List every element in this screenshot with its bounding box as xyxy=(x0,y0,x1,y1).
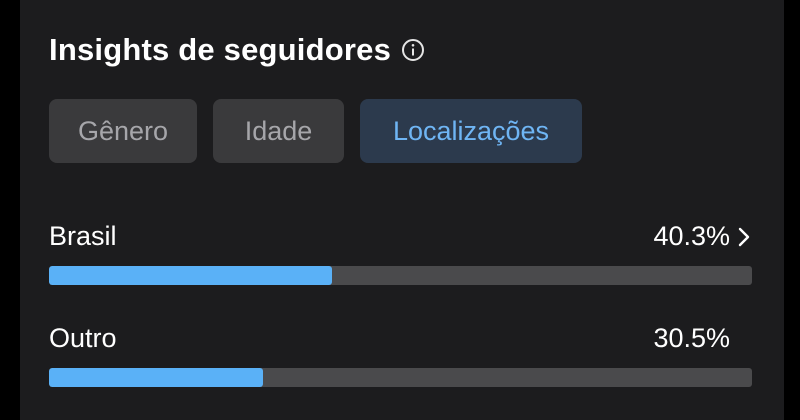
location-row-brasil[interactable]: Brasil 40.3% xyxy=(49,221,752,291)
location-row-outro: Outro 30.5% xyxy=(49,323,752,393)
location-label: Outro xyxy=(49,323,117,353)
tab-label: Gênero xyxy=(77,115,169,146)
location-bar-track xyxy=(49,266,752,285)
tab-idade[interactable]: Idade xyxy=(213,99,344,163)
location-label: Brasil xyxy=(49,221,117,251)
location-bar-fill xyxy=(49,368,264,387)
tab-localizacoes[interactable]: Localizações xyxy=(360,99,582,163)
follower-insights-card: Insights de seguidores Gênero Idade Loca… xyxy=(20,0,784,420)
info-icon[interactable] xyxy=(401,38,425,62)
chevron-right-icon[interactable] xyxy=(736,225,752,249)
location-percent: 40.3% xyxy=(653,221,730,251)
card-title: Insights de seguidores xyxy=(49,32,392,67)
location-percent: 30.5% xyxy=(653,323,730,353)
location-bar-track xyxy=(49,368,752,387)
tab-label: Idade xyxy=(244,115,313,146)
tab-label: Localizações xyxy=(392,115,550,146)
location-bar-fill xyxy=(49,266,333,285)
insight-tabs: Gênero Idade Localizações xyxy=(49,99,582,163)
tab-genero[interactable]: Gênero xyxy=(49,99,197,163)
card-header: Insights de seguidores xyxy=(49,28,425,72)
